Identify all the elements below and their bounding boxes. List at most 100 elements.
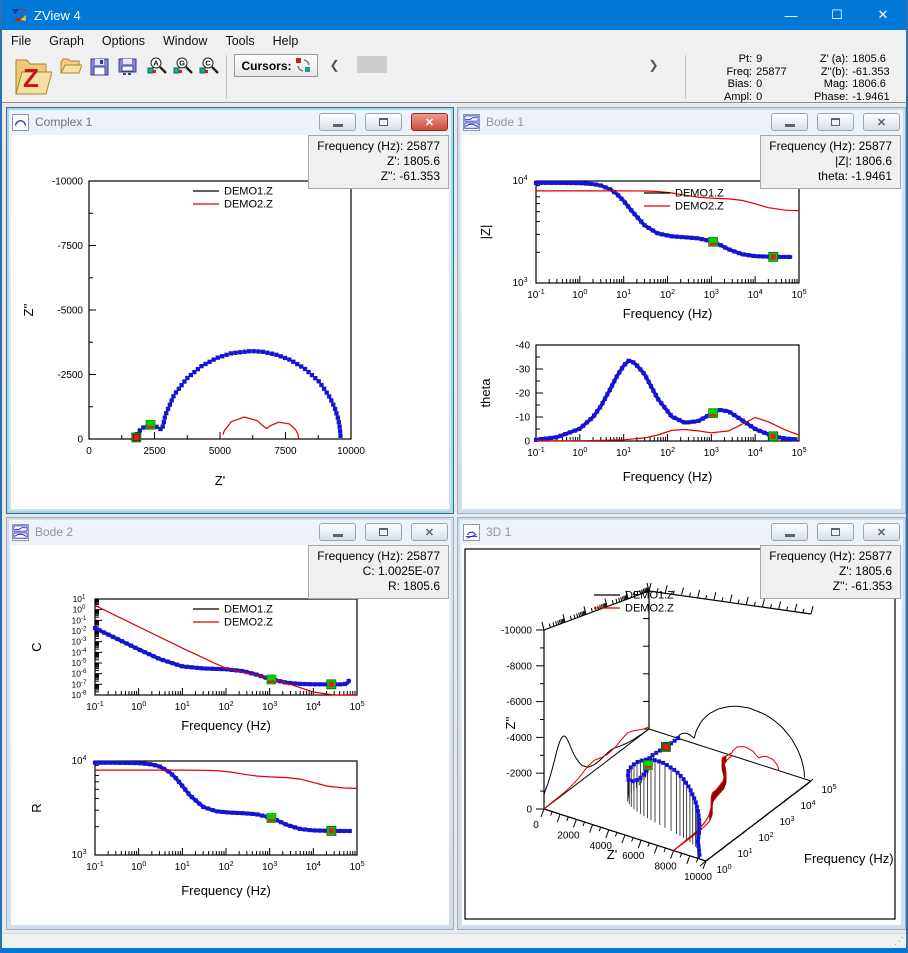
svg-text:-7500: -7500 <box>57 241 83 252</box>
status-value: 0 <box>756 78 787 91</box>
child-minimize-button[interactable] <box>771 523 808 541</box>
menu-file[interactable]: File <box>2 32 40 50</box>
bode1-theta-chart[interactable]: 10-11001011021031041050-10-20-30-40Frequ… <box>462 135 903 511</box>
complex1-content: 0250050007500100000-2500-5000-7500-10000… <box>11 135 449 509</box>
child-minimize-button[interactable] <box>319 523 356 541</box>
file-scrollbar[interactable]: ❮ ❯ <box>326 55 662 74</box>
zoom-cursor-button[interactable]: C <box>196 55 222 78</box>
status-value: -1.9461 <box>852 91 889 104</box>
status-value: 25877 <box>756 66 787 79</box>
svg-text:-40: -40 <box>516 341 531 352</box>
complex1-cursor-infobox: Frequency (Hz): 25877Z': 1805.6Z'': -61.… <box>308 135 449 189</box>
svg-text:Frequency (Hz): Frequency (Hz) <box>623 469 713 484</box>
child-minimize-button[interactable] <box>771 113 808 131</box>
complex1-titlebar[interactable]: Complex 1 ✕ <box>10 110 450 134</box>
bode2-r-chart[interactable]: 10-1100101102103104105103104Frequency (H… <box>11 545 451 927</box>
bode-plot-icon <box>12 524 29 541</box>
svg-text:-5000: -5000 <box>57 306 83 317</box>
svg-text:-10000: -10000 <box>52 177 84 188</box>
scrollbar-thumb[interactable] <box>357 56 387 73</box>
close-button[interactable]: ✕ <box>860 0 906 30</box>
complex1-chart[interactable]: 0250050007500100000-2500-5000-7500-10000… <box>11 135 451 511</box>
save-button[interactable] <box>86 55 112 78</box>
child-restore-button[interactable] <box>817 113 854 131</box>
threed-content: 0-2000-4000-6000-8000-100000200040006000… <box>462 545 901 925</box>
menu-window[interactable]: Window <box>154 32 216 50</box>
maximize-button[interactable]: ☐ <box>814 0 860 30</box>
child-restore-button[interactable] <box>365 523 402 541</box>
info-line: theta: -1.9461 <box>769 169 892 184</box>
svg-text:DEMO2.Z: DEMO2.Z <box>625 603 674 615</box>
svg-text:100: 100 <box>716 862 731 876</box>
status-label: Freq: <box>724 66 752 79</box>
cursor-status-col2: Z' (a):1805.6Z''(b):-61.353Mag:1806.6Pha… <box>814 53 890 103</box>
svg-text:101: 101 <box>737 846 752 860</box>
window-title: Bode 1 <box>486 115 762 129</box>
child-close-button[interactable]: ✕ <box>863 113 900 131</box>
bode1-titlebar[interactable]: Bode 1 ✕ <box>461 110 902 134</box>
resize-grip[interactable]: ⋰ <box>894 936 904 947</box>
bode-plot-icon <box>463 114 480 131</box>
svg-text:104: 104 <box>748 445 763 459</box>
bode2-titlebar[interactable]: Bode 2 ✕ <box>10 520 450 544</box>
svg-text:104: 104 <box>306 859 321 873</box>
svg-text:104: 104 <box>71 753 86 767</box>
app-titlebar[interactable]: ZView 4 — ☐ ✕ <box>2 0 906 30</box>
svg-text:-10000: -10000 <box>501 626 533 637</box>
threed-chart[interactable]: 0-2000-4000-6000-8000-100000200040006000… <box>462 545 903 927</box>
zoom-graph-button[interactable]: G <box>170 55 196 78</box>
threed-titlebar[interactable]: 3D 1 ✕ <box>461 520 902 544</box>
save-as-button[interactable] <box>114 55 140 78</box>
svg-text:0: 0 <box>86 446 92 457</box>
child-minimize-button[interactable] <box>319 113 356 131</box>
status-label: Phase: <box>814 91 848 104</box>
menu-options[interactable]: Options <box>93 32 154 50</box>
menu-help[interactable]: Help <box>264 32 308 50</box>
status-label: Bias: <box>724 78 752 91</box>
status-value: 0 <box>756 91 787 104</box>
zview-logo-icon[interactable]: Z <box>12 54 52 100</box>
complex-plot-icon <box>12 114 29 131</box>
cursors-button[interactable]: Cursors: <box>234 54 318 77</box>
scroll-left-arrow[interactable]: ❮ <box>326 55 343 74</box>
open-file-button[interactable] <box>58 55 84 78</box>
window-complex-1[interactable]: Complex 1 ✕ 0250050007500100000-2500-500… <box>6 107 454 514</box>
svg-text:-4000: -4000 <box>506 733 532 744</box>
svg-text:104: 104 <box>800 798 815 812</box>
svg-text:100: 100 <box>572 445 587 459</box>
child-close-button[interactable]: ✕ <box>863 523 900 541</box>
svg-text:7500: 7500 <box>274 446 297 457</box>
child-close-button[interactable]: ✕ <box>411 523 448 541</box>
menu-tools[interactable]: Tools <box>216 32 263 50</box>
child-close-button[interactable]: ✕ <box>411 113 448 131</box>
svg-text:DEMO2.Z: DEMO2.Z <box>224 199 273 211</box>
minimize-button[interactable]: — <box>768 0 814 30</box>
window-3d-1[interactable]: 3D 1 ✕ 0-2000-4000-6000-8000-10000020004… <box>457 517 906 930</box>
status-label: Z' (a): <box>814 53 848 66</box>
window-bode-1[interactable]: Bode 1 ✕ 10-1100101102103104105103104Fre… <box>457 107 906 514</box>
window-bode-2[interactable]: Bode 2 ✕ 10-110010110210310410510-810-71… <box>6 517 454 930</box>
zview-app-window: ZView 4 — ☐ ✕ FileGraphOptionsWindowTool… <box>0 0 908 953</box>
zoom-active-button[interactable]: A <box>144 55 170 78</box>
info-line: Z'': -61.353 <box>769 579 892 594</box>
info-line: Frequency (Hz): 25877 <box>769 549 892 564</box>
info-line: Z'': -61.353 <box>317 169 440 184</box>
info-line: C: 1.0025E-07 <box>317 564 440 579</box>
scroll-right-arrow[interactable]: ❯ <box>645 55 662 74</box>
toolbar: Z A G C A <box>2 51 906 103</box>
bode1-cursor-infobox: Frequency (Hz): 25877|Z|: 1806.6theta: -… <box>760 135 901 189</box>
info-line: Z': 1805.6 <box>769 564 892 579</box>
svg-text:Z'': Z'' <box>21 304 36 317</box>
svg-text:-20: -20 <box>516 389 531 400</box>
svg-text:102: 102 <box>218 859 233 873</box>
child-restore-button[interactable] <box>365 113 402 131</box>
svg-text:C: C <box>205 59 211 68</box>
svg-text:2500: 2500 <box>143 446 166 457</box>
child-restore-button[interactable] <box>817 523 854 541</box>
status-value: 1805.6 <box>852 53 889 66</box>
svg-text:105: 105 <box>791 445 806 459</box>
app-title: ZView 4 <box>34 8 81 23</box>
svg-text:-8000: -8000 <box>506 661 532 672</box>
menu-graph[interactable]: Graph <box>40 32 93 50</box>
bode2-cursor-infobox: Frequency (Hz): 25877C: 1.0025E-07R: 180… <box>308 545 449 599</box>
